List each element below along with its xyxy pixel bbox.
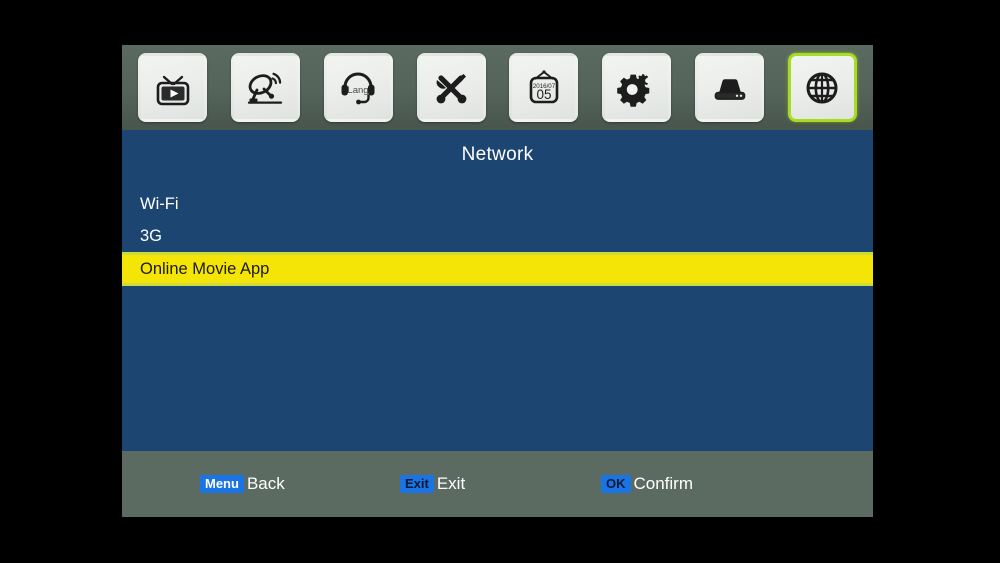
menu-key-badge: Menu [200,475,244,493]
menu-icon-system-setup[interactable] [416,53,486,122]
menu-icon-installation[interactable] [230,53,300,122]
ok-key-badge: OK [601,475,631,493]
tv-play-icon [152,67,194,109]
footer-hint-bar: Menu Back Exit Exit OK Confirm [122,451,873,517]
gears-icon [616,67,658,109]
list-item-label: 3G [140,226,163,245]
globe-icon [801,67,843,109]
svg-text:Lang: Lang [348,85,369,96]
menu-icon-language[interactable]: Lang [323,53,393,122]
hint-exit-label: Exit [436,474,466,493]
hint-exit[interactable]: Exit Exit [400,474,465,494]
menu-icon-usb-storage[interactable] [695,53,765,122]
menu-icon-settings[interactable] [602,53,672,122]
network-panel: Network Wi-Fi 3G Online Movie App [122,130,873,451]
exit-key-badge: Exit [400,475,434,493]
top-icon-bar: Lang 2016/07 05 [122,45,873,130]
list-item-wifi[interactable]: Wi-Fi [122,188,873,220]
hint-confirm-label: Confirm [633,474,694,493]
calendar-icon: 2016/07 05 [523,67,565,109]
list-item-3g[interactable]: 3G [122,220,873,252]
satellite-dish-icon [244,67,286,109]
list-item-online-movie-app[interactable]: Online Movie App [122,252,873,286]
tools-wrench-screwdriver-icon [430,67,472,109]
hint-back[interactable]: Menu Back [200,474,285,494]
list-item-label: Online Movie App [140,259,270,278]
headset-lang-icon: Lang [337,67,379,109]
list-item-label: Wi-Fi [140,194,179,213]
menu-icon-timer[interactable]: 2016/07 05 [509,53,579,122]
calendar-day-label: 05 [536,87,551,102]
menu-icon-tv-channel[interactable] [138,53,207,122]
hint-back-label: Back [246,474,285,493]
page-title: Network [461,144,534,165]
tv-settings-screen: Lang 2016/07 05 Network Wi-Fi 3G Online … [0,0,1000,563]
hard-disk-icon [709,67,751,109]
hint-confirm[interactable]: OK Confirm [601,474,693,494]
network-option-list: Wi-Fi 3G Online Movie App [122,188,873,286]
menu-icon-network[interactable] [787,53,857,122]
